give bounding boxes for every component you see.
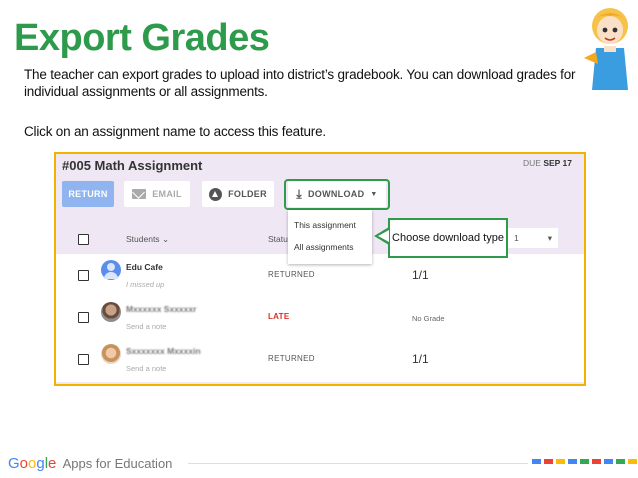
send-note-link[interactable]: Send a note <box>126 364 166 373</box>
email-button[interactable]: EMAIL <box>124 181 190 207</box>
students-header[interactable]: Students ⌄ <box>126 234 169 245</box>
grade-value[interactable]: 1/1 <box>412 352 429 366</box>
row-checkbox[interactable] <box>78 270 89 281</box>
table-row[interactable]: Mxxxxxx Sxxxxxr Send a note LATE No Grad… <box>56 296 584 338</box>
avatar <box>101 302 121 322</box>
student-name[interactable]: Mxxxxxx Sxxxxxr <box>126 304 196 314</box>
logo-letter: G <box>8 455 20 472</box>
due-prefix: DUE <box>523 158 541 168</box>
return-button[interactable]: RETURN <box>62 181 114 207</box>
logo-letter: o <box>19 455 29 472</box>
footer-dot <box>544 459 553 464</box>
footer-dot <box>616 459 625 464</box>
footer-dot <box>628 459 637 464</box>
folder-label: FOLDER <box>228 189 267 199</box>
row-checkbox[interactable] <box>78 354 89 365</box>
callout-box: Choose download type <box>388 218 508 258</box>
status-header: Statu <box>268 234 288 244</box>
footer-dot <box>580 459 589 464</box>
students-header-label: Students <box>126 234 160 244</box>
sort-chevron-icon: ⌄ <box>161 234 170 244</box>
status-badge: RETURNED <box>268 270 315 279</box>
menu-item-this-assignment[interactable]: This assignment <box>288 214 372 236</box>
row-checkbox[interactable] <box>78 312 89 323</box>
due-date-value: SEP 17 <box>543 158 572 168</box>
table-row[interactable]: Sxxxxxxx Mxxxxin Send a note RETURNED 1/… <box>56 338 584 380</box>
chevron-down-icon: ▾ <box>547 232 552 243</box>
download-menu: This assignment All assignments <box>288 210 372 264</box>
assignment-title[interactable]: #005 Math Assignment <box>62 158 202 173</box>
intro-text: The teacher can export grades to upload … <box>24 67 576 99</box>
footer-dot <box>556 459 565 464</box>
logo-letter: e <box>48 455 57 472</box>
status-badge: LATE <box>268 312 290 321</box>
select-all-checkbox[interactable] <box>78 234 89 245</box>
slide-title: Export Grades <box>14 17 270 59</box>
return-label: RETURN <box>68 189 108 199</box>
drive-icon <box>209 187 223 201</box>
avatar <box>101 344 121 364</box>
instruction-text: Click on an assignment name to access th… <box>24 124 326 139</box>
menu-item-all-assignments[interactable]: All assignments <box>288 236 372 258</box>
download-highlight <box>284 179 390 210</box>
send-note-link[interactable]: Send a note <box>126 322 166 331</box>
footer-divider <box>188 463 528 464</box>
student-note: I missed up <box>126 280 165 289</box>
student-list: Edu Cafe I missed up RETURNED 1/1 Mxxxxx… <box>56 254 584 382</box>
grade-select[interactable]: 1 ▾ <box>508 228 558 248</box>
classroom-screenshot: #005 Math Assignment DUE SEP 17 RETURN E… <box>54 152 586 386</box>
email-label: EMAIL <box>152 189 182 199</box>
logo-letter: g <box>36 455 45 472</box>
footer-dot <box>532 459 541 464</box>
grade-select-value: 1 <box>514 233 519 243</box>
student-name[interactable]: Sxxxxxxx Mxxxxin <box>126 346 201 356</box>
due-date: DUE SEP 17 <box>523 158 572 168</box>
callout-arrow-fill <box>378 230 389 242</box>
footer-dot <box>592 459 601 464</box>
footer-dot <box>604 459 613 464</box>
folder-button[interactable]: FOLDER <box>202 181 274 207</box>
grade-value[interactable]: No Grade <box>412 314 445 323</box>
grade-value[interactable]: 1/1 <box>412 268 429 282</box>
footer-dot <box>568 459 577 464</box>
callout-text: Choose download type <box>392 232 504 244</box>
status-badge: RETURNED <box>268 354 315 363</box>
google-logo: Google Apps for Education <box>8 455 172 472</box>
student-name[interactable]: Edu Cafe <box>126 262 163 272</box>
avatar <box>101 260 121 280</box>
product-name: Apps for Education <box>62 456 173 471</box>
envelope-icon <box>132 189 147 199</box>
footer-dots <box>532 459 638 464</box>
